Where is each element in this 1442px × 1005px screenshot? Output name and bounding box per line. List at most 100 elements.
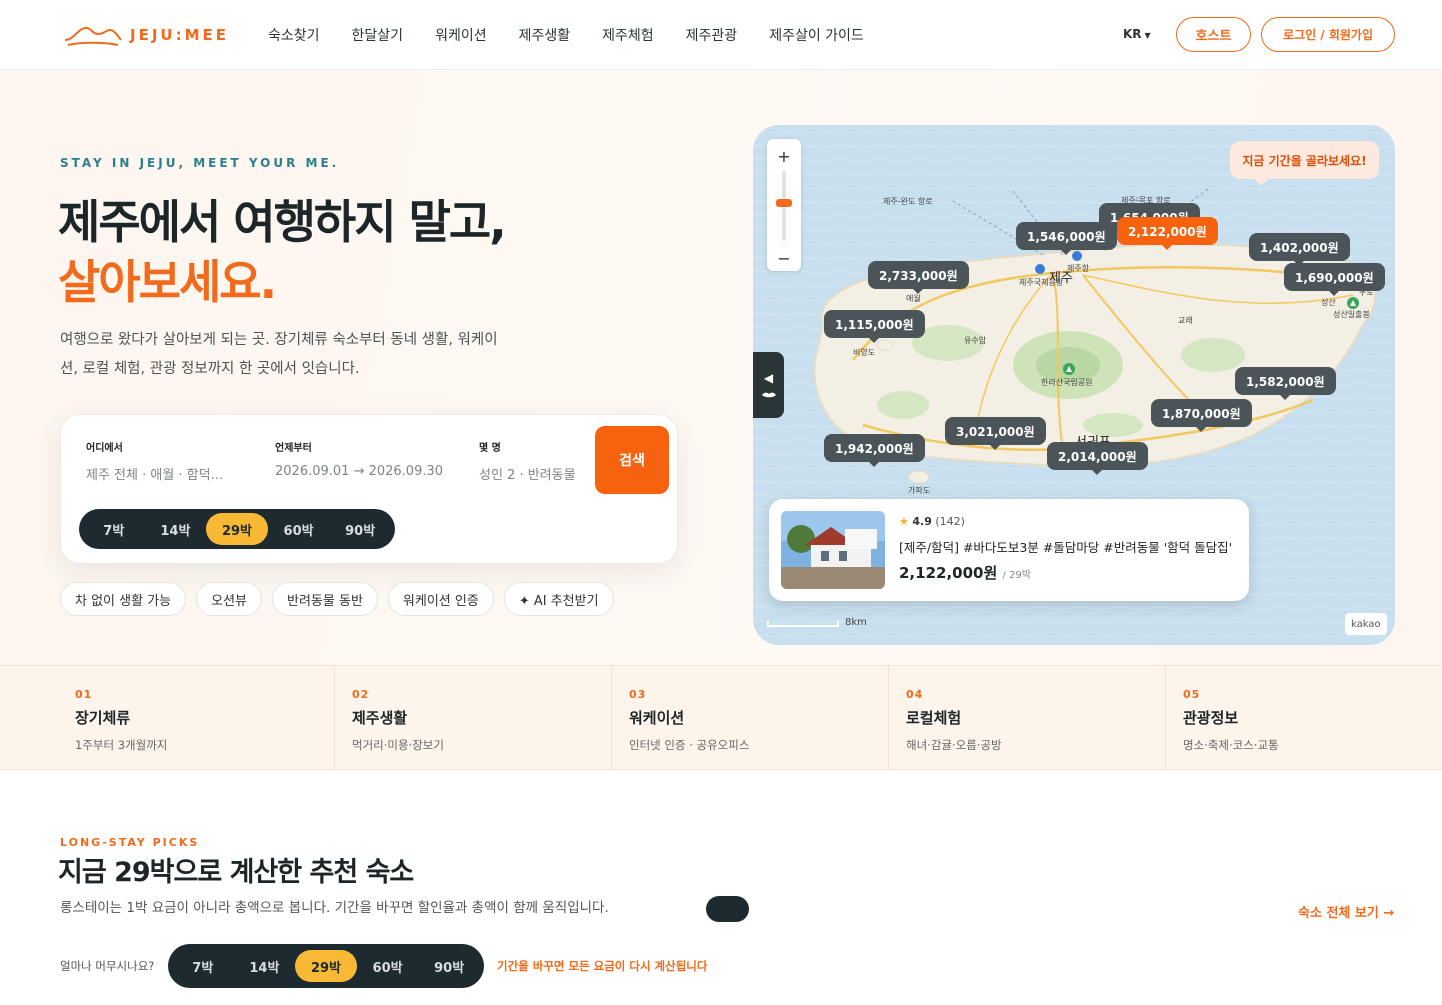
login-signup-button[interactable]: 로그인 / 회원가입	[1261, 17, 1395, 52]
recalculation-note: 기간을 바꾸면 모든 요금이 다시 계산됩니다	[497, 959, 708, 973]
map-collapse-button[interactable]: ◀	[753, 352, 784, 418]
see-all-stays-link[interactable]: 숙소 전체 보기 →	[1298, 902, 1394, 921]
nav-item-tourism[interactable]: 제주관광	[686, 25, 738, 45]
category-number: 02	[352, 688, 370, 701]
zoom-out-button[interactable]: −	[767, 249, 801, 268]
host-button[interactable]: 호스트	[1176, 17, 1251, 52]
stay-rating: ★ 4.9 (142)	[899, 515, 965, 528]
map-label-aewol: 애월	[906, 294, 921, 303]
zoom-control: + −	[767, 139, 801, 271]
price-pin[interactable]: 1,942,000원	[824, 434, 925, 467]
nights-option-60[interactable]: 60박	[357, 950, 419, 982]
arrow-left-icon: ◀	[763, 371, 774, 385]
price-pin[interactable]: 1,870,000원	[1151, 399, 1252, 432]
price-pin[interactable]: 1,582,000원	[1235, 367, 1336, 400]
category-workation[interactable]: 03 워케이션 인터넷 인증 · 공유오피스	[612, 666, 889, 769]
price-pin-selected[interactable]: 2,122,000원	[1117, 217, 1218, 250]
map-label-hallasan: 한라산국립공원	[1041, 378, 1093, 387]
port-marker-icon	[1072, 251, 1082, 261]
date-value: 2026.09.01 → 2026.09.30	[275, 464, 444, 479]
peak-marker-icon	[1347, 297, 1359, 309]
hero-description: 여행으로 왔다가 살아보게 되는 곳. 장기체류 숙소부터 동네 생활, 워케이…	[60, 332, 498, 377]
category-long-stay[interactable]: 01 장기체류 1주부터 3개월까지	[0, 666, 335, 769]
category-subtitle: 1주부터 3개월까지	[75, 738, 168, 752]
chip-ocean-view[interactable]: 오션뷰	[196, 582, 263, 616]
mountain-marker-icon	[1063, 363, 1075, 375]
price-pin[interactable]: 1,690,000원	[1284, 263, 1385, 296]
chip-car-free[interactable]: 차 없이 생활 가능	[60, 582, 187, 616]
date-field[interactable]: 언제부터 2026.09.01 → 2026.09.30	[275, 439, 443, 479]
category-title: 제주생활	[352, 709, 408, 727]
picks-title: 지금 29박으로 계산한 추천 숙소	[58, 857, 414, 888]
category-title: 워케이션	[629, 709, 685, 727]
price-pin[interactable]: 1,546,000원	[1016, 222, 1117, 255]
nights-selector-secondary: 7박 14박 29박 60박 90박	[168, 944, 484, 988]
category-local-experience[interactable]: 04 로컬체험 해녀·감귤·오름·공방	[889, 666, 1166, 769]
stay-map[interactable]: 제주-완도 항로 제주-목포 항로 제주 제주국제공항 제주항 애월 비양도 유…	[753, 125, 1395, 645]
zoom-slider-handle[interactable]	[776, 199, 792, 207]
floating-toggle[interactable]	[706, 896, 749, 922]
nights-option-7[interactable]: 7박	[83, 513, 145, 545]
review-count: (142)	[935, 515, 965, 528]
map-label-gyorae: 교래	[1178, 316, 1193, 325]
map-label-port: 제주항	[1067, 264, 1090, 273]
date-label: 언제부터	[275, 443, 312, 454]
category-title: 장기체류	[75, 709, 131, 727]
category-jeju-life[interactable]: 02 제주생활 먹거리·미용·장보기	[335, 666, 612, 769]
main-nav: 숙소찾기 한달살기 워케이션 제주생활 제주체험 제주관광 제주살이 가이드	[268, 25, 896, 45]
nights-option-14[interactable]: 14박	[234, 950, 296, 982]
chip-workation[interactable]: 워케이션 인증	[387, 582, 494, 616]
hero-title-line1: 제주에서 여행하지 말고,	[58, 195, 507, 249]
chip-pet-friendly[interactable]: 반려동물 동반	[272, 582, 378, 616]
nav-item-jeju-life[interactable]: 제주생활	[519, 25, 571, 45]
category-number: 03	[629, 688, 647, 701]
map-mini-icon	[761, 392, 776, 398]
stay-preview-card[interactable]: ★ 4.9 (142) [제주/함덕] #바다도보3분 #돌담마당 #반려동물 …	[769, 499, 1249, 601]
guests-field[interactable]: 몇 명 성인 2 · 반려동물	[479, 439, 576, 483]
category-strip: 01 장기체류 1주부터 3개월까지 02 제주생활 먹거리·미용·장보기 03…	[0, 665, 1442, 770]
airport-marker-icon	[1035, 264, 1045, 274]
search-button[interactable]: 검색	[595, 426, 669, 494]
nights-option-29[interactable]: 29박	[295, 950, 357, 982]
stay-photo	[781, 511, 885, 589]
logo[interactable]: JEJU:MEE	[64, 22, 229, 48]
language-select[interactable]: KR ▼	[1123, 27, 1151, 41]
nights-option-7[interactable]: 7박	[172, 950, 234, 982]
nav-item-guide[interactable]: 제주살이 가이드	[769, 25, 864, 45]
where-field[interactable]: 어디에서 제주 전체 · 애월 · 함덕...	[86, 439, 223, 483]
nav-item-experience[interactable]: 제주체험	[602, 25, 654, 45]
stay-length-question: 얼마나 머무시나요?	[60, 959, 155, 973]
category-number: 05	[1183, 688, 1201, 701]
nights-option-29[interactable]: 29박	[206, 513, 268, 545]
category-title: 로컬체험	[906, 709, 962, 727]
price-pin[interactable]: 1,402,000원	[1249, 233, 1350, 266]
logo-text: JEJU:MEE	[130, 26, 230, 44]
price-pin[interactable]: 3,021,000원	[945, 417, 1046, 450]
site-header: JEJU:MEE 숙소찾기 한달살기 워케이션 제주생활 제주체험 제주관광 제…	[0, 0, 1442, 70]
nav-item-stays[interactable]: 숙소찾기	[268, 25, 320, 45]
picks-eyebrow: LONG-STAY PICKS	[60, 836, 200, 849]
stay-title: [제주/함덕] #바다도보3분 #돌담마당 #반려동물 '함덕 돌담집'	[899, 540, 1233, 555]
price-pin[interactable]: 2,733,000원	[868, 261, 969, 294]
language-label: KR	[1123, 27, 1142, 41]
stay-price: 2,122,000원 / 29박	[899, 562, 1031, 583]
map-label-yusuam: 유수암	[964, 336, 987, 345]
category-number: 01	[75, 688, 93, 701]
map-scale-bar	[767, 621, 839, 627]
nights-option-14[interactable]: 14박	[145, 513, 207, 545]
nav-item-month-living[interactable]: 한달살기	[352, 25, 404, 45]
price-pin[interactable]: 2,014,000원	[1047, 442, 1148, 475]
category-subtitle: 먹거리·미용·장보기	[352, 738, 444, 752]
star-icon: ★	[899, 515, 909, 528]
nav-item-workation[interactable]: 워케이션	[435, 25, 487, 45]
map-label-biyangdo: 비양도	[853, 348, 876, 357]
price-pin[interactable]: 1,115,000원	[824, 310, 925, 343]
nights-option-60[interactable]: 60박	[268, 513, 330, 545]
category-subtitle: 인터넷 인증 · 공유오피스	[629, 738, 750, 752]
map-label-seongsan: 성산	[1321, 298, 1336, 307]
zoom-in-button[interactable]: +	[767, 147, 801, 166]
category-tourism[interactable]: 05 관광정보 명소·축제·코스·교통	[1166, 666, 1442, 769]
chip-ai-recommend[interactable]: ✦ AI 추천받기	[503, 582, 614, 616]
nights-option-90[interactable]: 90박	[418, 950, 480, 982]
nights-option-90[interactable]: 90박	[329, 513, 391, 545]
